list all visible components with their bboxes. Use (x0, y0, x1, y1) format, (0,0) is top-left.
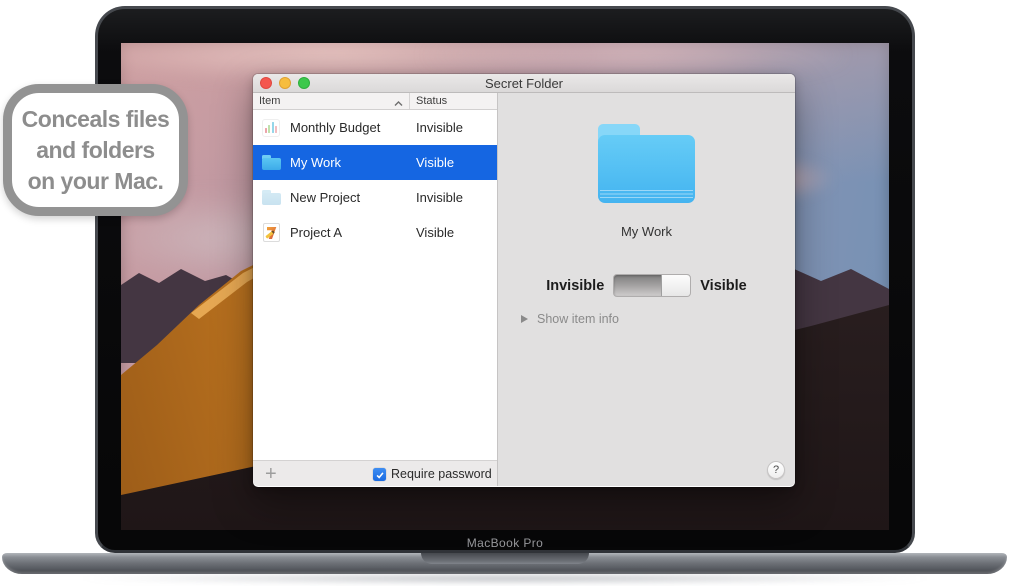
item-status: Invisible (416, 120, 463, 135)
list-item-monthly-budget[interactable]: Monthly Budget Invisible (253, 110, 497, 145)
numbers-chart-document-icon (261, 118, 281, 138)
add-item-button[interactable]: + (265, 461, 277, 486)
item-list: Monthly Budget Invisible My Work Visible (253, 110, 497, 460)
traffic-lights (260, 77, 310, 89)
column-header-status[interactable]: Status (410, 93, 497, 109)
marketing-callout-bubble: Conceals files and folders on your Mac. (3, 84, 188, 216)
list-item-my-work[interactable]: My Work Visible (253, 145, 497, 180)
detail-panel: My Work Invisible Visible Show item info… (498, 93, 795, 486)
callout-line: and folders (36, 135, 154, 166)
item-status: Visible (416, 155, 454, 170)
faded-folder-icon (261, 188, 281, 208)
selected-item-name: My Work (498, 224, 795, 239)
items-panel: Item Status Monthly Budget (253, 93, 497, 486)
show-item-info-label: Show item info (537, 312, 619, 326)
macbook-lid-notch (421, 553, 589, 564)
chevron-up-icon (394, 98, 403, 110)
show-item-info-disclosure[interactable]: Show item info (521, 312, 619, 326)
minimize-button[interactable] (279, 77, 291, 89)
toggle-invisible-label: Invisible (546, 278, 604, 294)
blue-folder-icon (261, 153, 281, 173)
macbook-pro-label: MacBook Pro (95, 536, 915, 550)
item-name: Project A (290, 225, 342, 240)
require-password-checkbox[interactable] (373, 468, 386, 481)
check-icon (375, 470, 385, 480)
window-title: Secret Folder (485, 76, 563, 91)
visibility-toggle[interactable] (613, 274, 691, 297)
marketing-screenshot: Secret Folder Item Status (0, 0, 1009, 586)
require-password-label: Require password (391, 467, 492, 481)
blue-folder-icon (598, 124, 695, 204)
zoom-button[interactable] (298, 77, 310, 89)
list-footer-bar: + Require password (253, 460, 497, 486)
column-item-label: Item (259, 95, 280, 107)
list-item-project-a[interactable]: Project A Visible (253, 215, 497, 250)
window-titlebar[interactable]: Secret Folder (253, 74, 795, 93)
project-document-icon (261, 223, 281, 243)
callout-line: Conceals files (22, 104, 170, 135)
window-body: Item Status Monthly Budget (253, 93, 795, 486)
item-name: Monthly Budget (290, 120, 380, 135)
toggle-visible-label: Visible (700, 278, 746, 294)
toggle-knob[interactable] (661, 275, 690, 296)
item-status: Visible (416, 225, 454, 240)
column-status-label: Status (416, 95, 447, 107)
base-shadow (70, 573, 940, 584)
visibility-toggle-row: Invisible Visible (498, 274, 795, 297)
help-button[interactable]: ? (767, 461, 785, 479)
item-status: Invisible (416, 190, 463, 205)
list-item-new-project[interactable]: New Project Invisible (253, 180, 497, 215)
item-name: My Work (290, 155, 341, 170)
secret-folder-window: Secret Folder Item Status (253, 74, 795, 487)
column-headers: Item Status (253, 93, 497, 110)
disclosure-triangle-icon (521, 315, 528, 323)
item-name: New Project (290, 190, 360, 205)
callout-line: on your Mac. (28, 166, 164, 197)
close-button[interactable] (260, 77, 272, 89)
column-header-item[interactable]: Item (253, 93, 410, 109)
